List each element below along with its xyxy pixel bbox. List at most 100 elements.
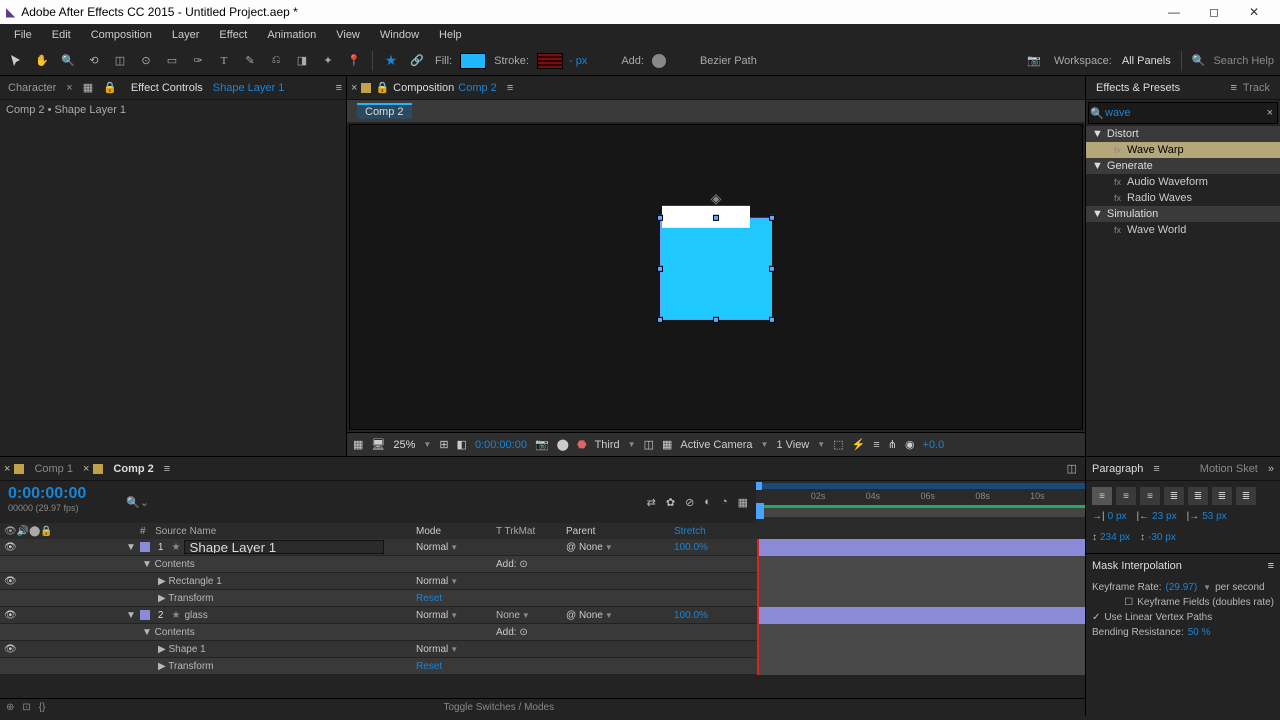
timeline-icon[interactable]: ≡ [873, 439, 879, 451]
tab-tracker[interactable]: Track [1237, 80, 1276, 96]
pixel-aspect-icon[interactable]: ⬚ [833, 438, 843, 451]
menu-animation[interactable]: Animation [257, 27, 326, 43]
effects-category[interactable]: ▼Generate [1086, 158, 1280, 174]
tab-effects-presets[interactable]: Effects & Presets [1090, 80, 1186, 96]
fill-color-swatch[interactable] [460, 53, 486, 69]
switches-icon[interactable]: ⊡ [22, 702, 30, 713]
col-mode[interactable]: Mode [416, 526, 496, 537]
star-tool-icon[interactable]: ★ [381, 51, 401, 71]
pickwhip-icon[interactable]: @ [566, 610, 576, 621]
effect-item[interactable]: fxAudio Waveform [1086, 174, 1280, 190]
rectangle-tool-icon[interactable]: ▭ [162, 51, 182, 71]
overflow-icon[interactable]: » [1268, 463, 1274, 475]
brain-icon[interactable]: ◐ [704, 496, 711, 508]
timeline-row[interactable]: ▶ TransformReset [0, 590, 1085, 607]
shape-layer-rectangle[interactable] [660, 218, 772, 320]
layer-duration-bar[interactable] [757, 590, 1085, 607]
close-comp-icon[interactable]: × [351, 82, 357, 94]
spacing-control[interactable]: |→53 px [1187, 511, 1227, 522]
pan-behind-tool-icon[interactable]: ⊙ [136, 51, 156, 71]
justify-center-button[interactable]: ≣ [1188, 487, 1208, 505]
menu-window[interactable]: Window [370, 27, 429, 43]
flowchart-icon[interactable]: ⋔ [888, 438, 897, 451]
layer-duration-bar[interactable] [757, 539, 1085, 556]
close-tab-icon[interactable]: × [4, 463, 10, 475]
timeline-tab-comp2[interactable]: Comp 2 [107, 461, 159, 477]
parent-dropdown[interactable]: None [579, 610, 603, 621]
camera-tool-icon[interactable]: ◫ [110, 51, 130, 71]
timeline-row[interactable]: ▼ ContentsAdd: ⊙ [0, 624, 1085, 641]
resize-handle[interactable] [657, 266, 663, 272]
effect-item[interactable]: fxWave World [1086, 222, 1280, 238]
views-dropdown[interactable]: 1 View [776, 439, 809, 451]
blend-mode-dropdown[interactable]: Normal [416, 542, 448, 553]
col-parent[interactable]: Parent [566, 526, 674, 537]
magnification-icon[interactable]: ▦ [353, 438, 363, 451]
bezier-path-label[interactable]: Bezier Path [698, 55, 759, 67]
justify-right-button[interactable]: ≣ [1212, 487, 1232, 505]
visibility-toggle[interactable]: 👁 [4, 610, 16, 621]
resolution-dropdown[interactable]: Third [595, 439, 620, 451]
comp-subtab[interactable]: Comp 2 [357, 103, 412, 119]
expand-icon[interactable]: ⊕ [6, 702, 14, 713]
effect-item[interactable]: fxWave Warp [1086, 142, 1280, 158]
keyframe-fields-checkbox[interactable]: Keyframe Fields (doubles rate) [1137, 597, 1274, 608]
graph-icon[interactable]: ◔ [721, 496, 728, 508]
stretch-value[interactable]: 100.0% [674, 610, 708, 621]
grid-toggle-icon[interactable]: ⊞ [439, 438, 448, 451]
cti-playhead[interactable] [756, 503, 764, 519]
col-source-name[interactable]: Source Name [155, 526, 216, 537]
transparency-icon[interactable]: ▦ [662, 438, 672, 451]
blend-mode-dropdown[interactable]: Normal [416, 610, 448, 621]
lock-icon[interactable]: 🔒 [103, 81, 117, 94]
layer-duration-bar[interactable] [757, 573, 1085, 590]
add-menu-button[interactable] [652, 54, 666, 68]
timeline-tab-comp1[interactable]: Comp 1 [28, 461, 79, 477]
camera-dropdown[interactable]: Active Camera [680, 439, 752, 451]
motion-blur-icon[interactable]: ⊘ [685, 496, 694, 509]
exposure-value[interactable]: +0.0 [923, 439, 945, 451]
roto-tool-icon[interactable]: ✦ [318, 51, 338, 71]
rotate-tool-icon[interactable]: ⟲ [84, 51, 104, 71]
menu-file[interactable]: File [4, 27, 42, 43]
pen-tool-icon[interactable]: ✑ [188, 51, 208, 71]
align-center-button[interactable]: ≡ [1116, 487, 1136, 505]
visibility-toggle[interactable]: 👁 [4, 542, 16, 553]
col-trkmat[interactable]: T TrkMat [496, 526, 566, 537]
zoom-tool-icon[interactable]: 🔍 [58, 51, 78, 71]
menu-layer[interactable]: Layer [162, 27, 210, 43]
layer-duration-bar[interactable] [757, 641, 1085, 658]
spacing-control[interactable]: ↕-30 px [1140, 532, 1176, 543]
visibility-toggle[interactable]: 👁 [4, 576, 16, 587]
menu-effect[interactable]: Effect [209, 27, 257, 43]
minimize-button[interactable]: — [1154, 0, 1194, 24]
align-left-button[interactable]: ≡ [1092, 487, 1112, 505]
tab-motion-sketch[interactable]: Motion Sket [1200, 463, 1258, 475]
link-icon[interactable]: 🔗 [407, 51, 427, 71]
grid-icon[interactable]: ▦ [83, 81, 93, 94]
mask-toggle-icon[interactable]: ◧ [457, 438, 467, 451]
selection-tool-icon[interactable] [6, 51, 26, 71]
time-ruler[interactable]: 02s04s06s08s10s [756, 481, 1085, 523]
layer-name-input[interactable] [184, 540, 384, 554]
resize-handle[interactable] [713, 317, 719, 323]
col-stretch[interactable]: Stretch [674, 526, 754, 537]
spacing-control[interactable]: ↕234 px [1092, 532, 1130, 543]
justify-left-button[interactable]: ≣ [1164, 487, 1184, 505]
close-button[interactable]: ✕ [1234, 0, 1274, 24]
layer-search[interactable]: 🔍⌄ [126, 481, 426, 523]
snapshot-icon[interactable]: 📷 [535, 438, 549, 451]
puppet-tool-icon[interactable]: 📍 [344, 51, 364, 71]
panel-menu-icon[interactable]: ≡ [1268, 560, 1274, 572]
pickwhip-icon[interactable]: @ [566, 542, 576, 553]
justify-all-button[interactable]: ≣ [1236, 487, 1256, 505]
timeline-row[interactable]: 👁▶ Shape 1Normal▼ [0, 641, 1085, 658]
menu-view[interactable]: View [326, 27, 370, 43]
timeline-timecode[interactable]: 0:00:00:00 [8, 485, 118, 503]
shy-icon[interactable]: ⇄ [647, 496, 656, 509]
maximize-button[interactable]: ◻ [1194, 0, 1234, 24]
blend-mode-dropdown[interactable]: Normal [416, 576, 448, 587]
layer-duration-bar[interactable] [757, 607, 1085, 624]
layer-duration-bar[interactable] [757, 658, 1085, 675]
align-right-button[interactable]: ≡ [1140, 487, 1160, 505]
